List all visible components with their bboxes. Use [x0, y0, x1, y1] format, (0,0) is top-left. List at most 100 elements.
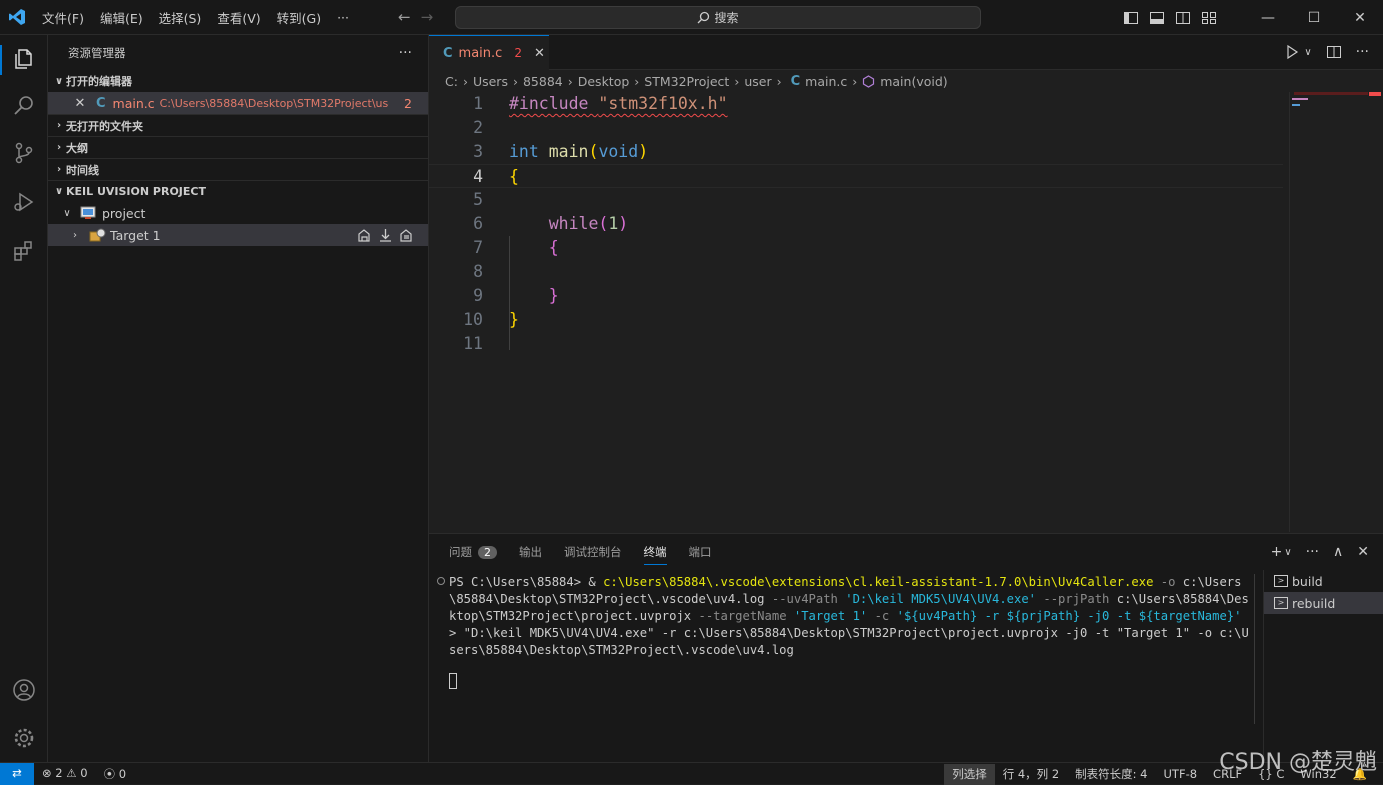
more-actions-icon[interactable]: ··· — [1356, 44, 1369, 60]
menu-selection[interactable]: 选择(S) — [151, 8, 210, 27]
code-line[interactable]: 11 — [429, 332, 1283, 356]
code-token: ) — [618, 214, 629, 233]
build-icon[interactable] — [357, 228, 372, 243]
split-editor-icon[interactable] — [1326, 44, 1342, 60]
cursor-position[interactable]: 行 4，列 2 — [995, 766, 1067, 782]
more-actions-icon[interactable]: ··· — [1306, 544, 1319, 560]
section-open-editors[interactable]: ∨ 打开的编辑器 — [48, 70, 428, 92]
source-control-icon[interactable] — [12, 141, 36, 165]
minimap[interactable] — [1289, 92, 1369, 532]
minimize-icon[interactable]: — — [1245, 10, 1291, 26]
tab-main-c[interactable]: C main.c 2 ✕ — [429, 35, 549, 70]
run-icon[interactable] — [1284, 44, 1300, 60]
new-terminal-icon[interactable]: + — [1271, 544, 1283, 560]
section-timeline[interactable]: › 时间线 — [48, 158, 428, 180]
code-line[interactable]: 8 — [429, 260, 1283, 284]
forward-arrow-icon[interactable]: → — [421, 8, 434, 26]
run-debug-icon[interactable] — [12, 190, 36, 214]
tab-output[interactable]: 输出 — [519, 544, 542, 560]
tab-debug-console[interactable]: 调试控制台 — [564, 544, 622, 560]
code-line[interactable]: 2 — [429, 116, 1283, 140]
terminal-item-rebuild[interactable]: > rebuild — [1264, 592, 1383, 614]
rebuild-icon[interactable] — [399, 228, 414, 243]
terminal-output[interactable]: PS C:\Users\85884> & c:\Users\85884\.vsc… — [437, 574, 1249, 694]
toggle-secondary-sidebar-icon[interactable] — [1175, 10, 1191, 26]
menu-goto[interactable]: 转到(G) — [269, 8, 329, 27]
close-tab-icon[interactable]: ✕ — [534, 46, 545, 61]
accounts-icon[interactable] — [12, 678, 36, 702]
code-editor[interactable]: 1 #include "stm32f10x.h" 2 3 int main(void) 4… — [429, 92, 1283, 356]
tab-terminal[interactable]: 终端 — [643, 544, 667, 565]
code-line[interactable]: 6 while(1) — [429, 212, 1283, 236]
line-content: } — [509, 308, 519, 332]
menu-file[interactable]: 文件(F) — [34, 8, 92, 27]
indent-guide — [509, 236, 510, 350]
tree-item-project[interactable]: ∨ project — [48, 202, 428, 224]
customize-layout-icon[interactable] — [1201, 10, 1217, 26]
terminal-text: PS C:\Users\85884> & c:\Users\85884\.vsc… — [437, 574, 1249, 659]
breadcrumb-item[interactable]: user — [744, 74, 771, 89]
menu-edit[interactable]: 编辑(E) — [92, 8, 151, 27]
code-token: { — [548, 238, 559, 257]
code-line[interactable]: 1 #include "stm32f10x.h" — [429, 92, 1283, 116]
menu-view[interactable]: 查看(V) — [209, 8, 268, 27]
maximize-icon[interactable]: ☐ — [1291, 10, 1337, 26]
search-view-icon[interactable] — [12, 93, 36, 117]
breadcrumb: C: › Users › 85884 › Desktop › STM32Project ›… — [429, 70, 1383, 92]
open-editor-item[interactable]: ✕ C main.c C:\Users\85884\Desktop\STM32P… — [48, 92, 428, 114]
chevron-down-icon[interactable]: ∨ — [1304, 47, 1311, 58]
terminal-scrollbar[interactable] — [1249, 574, 1255, 724]
extensions-icon[interactable] — [12, 239, 36, 263]
terminal-token: --targetName — [691, 609, 794, 623]
breadcrumb-item[interactable]: main.c — [805, 74, 847, 89]
column-selection-mode[interactable]: 列选择 — [944, 763, 995, 785]
explorer-icon[interactable] — [12, 47, 36, 71]
tab-problems-label: 问题 — [449, 545, 472, 559]
encoding[interactable]: UTF-8 — [1156, 767, 1206, 781]
back-arrow-icon[interactable]: ← — [398, 8, 411, 26]
close-editor-icon[interactable]: ✕ — [72, 96, 88, 111]
ports-status[interactable]: ⦿ 0 — [104, 766, 126, 782]
remote-indicator-icon[interactable]: ⇄ — [0, 763, 34, 785]
section-keil-project[interactable]: ∨ KEIL UVISION PROJECT — [48, 180, 428, 202]
code-token: ( — [588, 142, 599, 161]
breadcrumb-item[interactable]: Desktop — [578, 74, 630, 89]
more-actions-icon[interactable]: ··· — [399, 45, 412, 61]
manage-gear-icon[interactable] — [12, 726, 36, 750]
editor-area: C main.c 2 ✕ ∨ ··· C: › Users › 85884 › Des… — [429, 35, 1383, 532]
tab-size[interactable]: 制表符长度: 4 — [1067, 766, 1155, 782]
code-line[interactable]: 5 — [429, 188, 1283, 212]
breadcrumb-item[interactable]: main(void) — [880, 74, 947, 89]
terminal-item-label: rebuild — [1292, 595, 1336, 611]
tab-problems[interactable]: 问题 2 — [449, 544, 497, 560]
toggle-primary-sidebar-icon[interactable] — [1123, 10, 1139, 26]
tab-ports[interactable]: 端口 — [689, 544, 712, 560]
breadcrumb-separator-icon: › — [567, 73, 573, 89]
line-content: { — [509, 236, 559, 260]
close-panel-icon[interactable]: ✕ — [1357, 544, 1369, 560]
code-line[interactable]: 10} — [429, 308, 1283, 332]
code-line[interactable]: 4{ — [429, 164, 1283, 188]
command-center-search[interactable]: 搜索 — [455, 6, 981, 29]
breadcrumb-item[interactable]: STM32Project — [644, 74, 729, 89]
section-no-folder[interactable]: › 无打开的文件夹 — [48, 114, 428, 136]
breadcrumb-item[interactable]: Users — [473, 74, 508, 89]
toggle-panel-icon[interactable] — [1149, 10, 1165, 26]
tree-item-target[interactable]: › Target 1 — [48, 224, 428, 246]
code-line[interactable]: 7 { — [429, 236, 1283, 260]
maximize-panel-icon[interactable]: ∧ — [1333, 544, 1343, 560]
problems-status[interactable]: ⊗ 2 ⚠ 0 — [42, 766, 88, 782]
terminal-item-build[interactable]: > build — [1264, 570, 1383, 592]
terminal-line: > "D:\keil MDK5\UV4\UV4.exe" -r c:\Users… — [449, 625, 1249, 659]
line-number: 5 — [473, 190, 483, 209]
code-line[interactable]: 9 } — [429, 284, 1283, 308]
chevron-down-icon[interactable]: ∨ — [1284, 547, 1291, 560]
close-window-icon[interactable]: ✕ — [1337, 10, 1383, 26]
menu-more[interactable]: ··· — [329, 10, 357, 25]
breadcrumb-item[interactable]: C: — [445, 74, 458, 89]
terminal-token: -c — [867, 609, 897, 623]
download-icon[interactable] — [378, 228, 393, 243]
breadcrumb-item[interactable]: 85884 — [523, 74, 563, 89]
code-line[interactable]: 3 int main(void) — [429, 140, 1283, 164]
section-outline[interactable]: › 大纲 — [48, 136, 428, 158]
